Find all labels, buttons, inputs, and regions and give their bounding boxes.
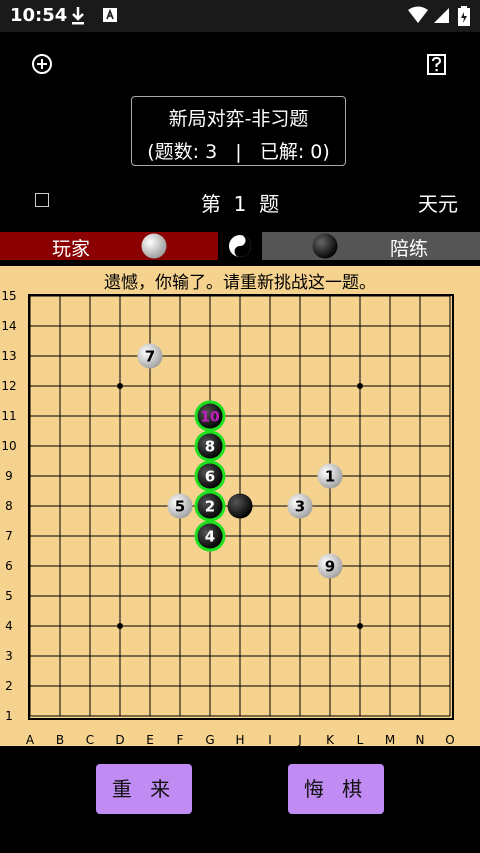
yin-yang-icon: [229, 235, 251, 257]
column-label: N: [416, 733, 425, 746]
white-stone-icon: [141, 233, 167, 259]
signal-icon: [434, 8, 449, 23]
black-stone: 2: [194, 490, 226, 522]
column-label: G: [205, 733, 214, 746]
column-label: J: [297, 733, 302, 746]
star-point: [357, 383, 363, 389]
column-label: A: [26, 733, 35, 746]
player-panel[interactable]: 玩家: [0, 232, 218, 260]
problem-row: 第 1 题 天元: [0, 186, 480, 216]
stone-move-number: 5: [175, 498, 185, 516]
black-stone: [227, 493, 253, 519]
player-label: 玩家: [52, 238, 91, 260]
battery-icon: [458, 6, 470, 26]
star-point: [357, 623, 363, 629]
stone-move-number: 9: [325, 558, 335, 576]
row-label: 2: [5, 679, 13, 693]
status-time: 10:54: [10, 5, 68, 26]
row-label: 11: [1, 409, 16, 423]
stone-move-number: 7: [145, 348, 155, 366]
white-stone: 1: [317, 463, 343, 489]
download-icon: [72, 7, 84, 25]
star-point: [117, 623, 123, 629]
column-label: C: [86, 733, 94, 746]
white-stone: 5: [167, 493, 193, 519]
row-label: 3: [5, 649, 13, 663]
trainer-label: 陪练: [390, 238, 429, 260]
stone-move-number: 10: [200, 410, 220, 426]
stone-move-number: 8: [205, 438, 215, 456]
column-label: F: [177, 733, 184, 746]
column-label: M: [385, 733, 395, 746]
black-stone: 10: [194, 400, 226, 432]
problem-number: 第 1 题: [200, 192, 280, 216]
stone-body: [227, 493, 253, 519]
white-stone: 3: [287, 493, 313, 519]
column-label: D: [115, 733, 124, 746]
stone-move-number: 6: [205, 468, 215, 486]
white-stone: 7: [137, 343, 163, 369]
row-label: 7: [5, 529, 13, 543]
stone-move-number: 4: [205, 528, 215, 546]
status-bar: 10:54: [0, 0, 480, 32]
wifi-icon: [408, 6, 428, 23]
game-info-box: 新局对弈-非习题 (题数: 3 | 已解: 0): [131, 96, 346, 166]
column-label: E: [146, 733, 154, 746]
opening-name[interactable]: 天元: [418, 188, 458, 217]
row-label: 9: [5, 469, 13, 483]
stone-move-number: 2: [205, 498, 215, 516]
trainer-panel[interactable]: 陪练: [262, 232, 480, 260]
row-label: 15: [1, 289, 16, 303]
stone-move-number: 1: [325, 468, 335, 486]
restart-button[interactable]: 重 来: [96, 764, 192, 814]
game-stats: (题数: 3 | 已解: 0): [147, 141, 330, 163]
black-stone: 6: [194, 460, 226, 492]
players-bar: 玩家 陪练: [0, 232, 480, 260]
gomoku-board[interactable]: A B C D E F G H I J K L M N O151413121110987654321 12 3…: [0, 266, 480, 746]
help-icon[interactable]: [427, 54, 447, 76]
column-label: O: [445, 733, 454, 746]
row-label: 4: [5, 619, 13, 633]
black-stone: 8: [194, 430, 226, 462]
column-label: H: [235, 733, 244, 746]
black-stone: 4: [194, 520, 226, 552]
column-label: L: [357, 733, 364, 746]
column-label: B: [56, 733, 64, 746]
font-icon: [103, 8, 117, 22]
column-label: K: [326, 733, 335, 746]
column-label: I: [268, 733, 272, 746]
star-point: [117, 383, 123, 389]
row-label: 1: [5, 709, 13, 723]
row-label: 10: [1, 439, 16, 453]
row-label: 13: [1, 349, 16, 363]
undo-button[interactable]: 悔 棋: [288, 764, 384, 814]
stone-move-number: 3: [295, 498, 305, 516]
add-circle-icon[interactable]: [31, 53, 53, 75]
row-label: 12: [1, 379, 16, 393]
row-label: 8: [5, 499, 13, 513]
row-label: 6: [5, 559, 13, 573]
black-stone-icon: [312, 233, 338, 259]
board-area: 遗憾，你输了。请重新挑战这一题。 A B C D E F G H I J K L M N O 15 14 13 12…: [0, 266, 480, 746]
turn-indicator: [218, 232, 262, 260]
white-stone: 9: [317, 553, 343, 579]
game-title: 新局对弈-非习题: [168, 108, 309, 130]
row-label: 14: [1, 319, 16, 333]
row-label: 5: [5, 589, 13, 603]
